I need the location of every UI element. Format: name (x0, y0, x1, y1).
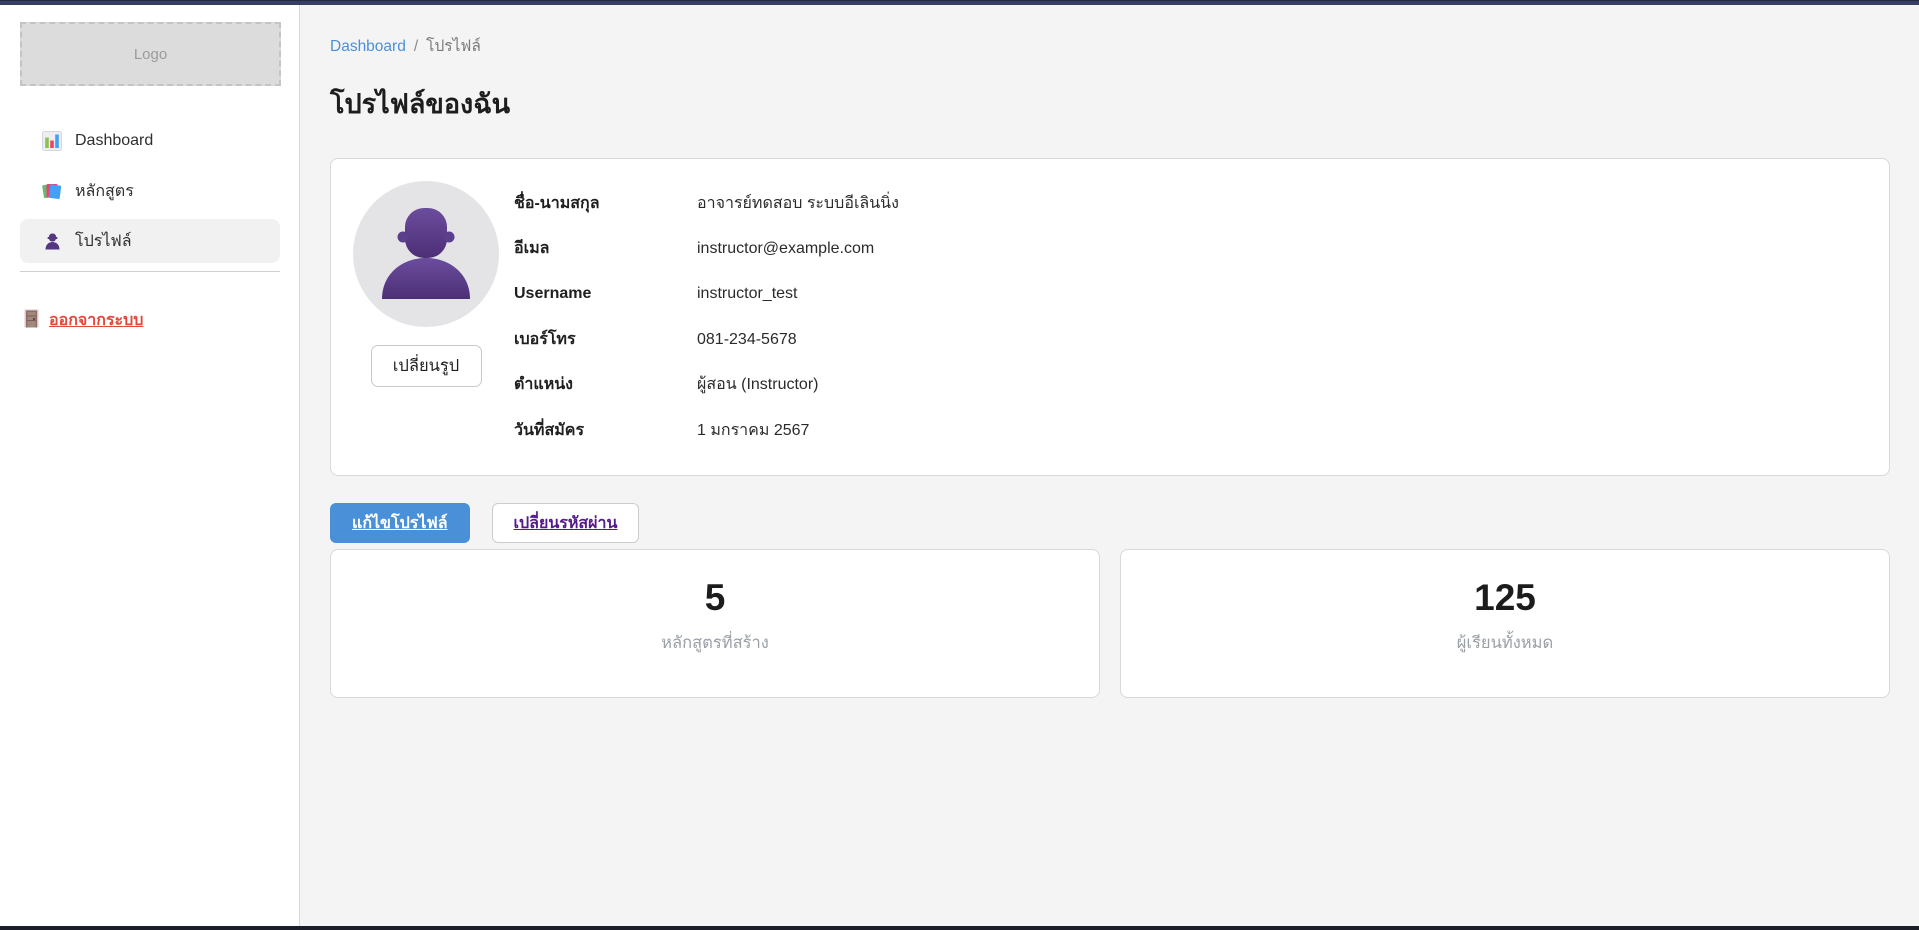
stat-label: ผู้เรียนทั้งหมด (1121, 630, 1889, 656)
app-root: Logo Dashboard (0, 0, 1919, 930)
field-label: ชื่อ-นามสกุล (514, 191, 697, 216)
books-icon (42, 181, 62, 201)
bottom-accent-bar (0, 926, 1919, 930)
stat-value: 5 (331, 577, 1099, 619)
field-label: เบอร์โทร (514, 327, 697, 352)
page-title: โปรไฟล์ของฉัน (330, 82, 1890, 125)
sidebar-item-profile[interactable]: โปรไฟล์ (20, 219, 280, 263)
sidebar-nav: Dashboard หลักสูตร (0, 119, 299, 263)
field-label: วันที่สมัคร (514, 418, 697, 443)
field-value: ผู้สอน (Instructor) (697, 372, 818, 397)
avatar-column: เปลี่ยนรูป (353, 181, 499, 453)
breadcrumb: Dashboard / โปรไฟล์ (330, 5, 1890, 58)
breadcrumb-current: โปรไฟล์ (426, 33, 481, 58)
field-value: 1 มกราคม 2567 (697, 418, 809, 443)
profile-field-row: ชื่อ-นามสกุล อาจารย์ทดสอบ ระบบอีเลินนิ่ง (514, 181, 1867, 226)
logo-placeholder: Logo (20, 22, 281, 86)
stat-card-total-learners: 125 ผู้เรียนทั้งหมด (1120, 549, 1890, 698)
logout-link[interactable]: ออกจากระบบ (24, 308, 299, 333)
change-password-button[interactable]: เปลี่ยนรหัสผ่าน (492, 503, 640, 543)
profile-fields: ชื่อ-นามสกุล อาจารย์ทดสอบ ระบบอีเลินนิ่ง… (514, 181, 1867, 453)
stat-card-courses-created: 5 หลักสูตรที่สร้าง (330, 549, 1100, 698)
change-photo-button[interactable]: เปลี่ยนรูป (371, 345, 482, 387)
profile-card: เปลี่ยนรูป ชื่อ-นามสกุล อาจารย์ทดสอบ ระบ… (330, 158, 1890, 476)
stat-label: หลักสูตรที่สร้าง (331, 630, 1099, 656)
profile-field-row: เบอร์โทร 081-234-5678 (514, 317, 1867, 362)
field-value: instructor_test (697, 285, 797, 303)
profile-field-row: วันที่สมัคร 1 มกราคม 2567 (514, 408, 1867, 453)
profile-field-row: อีเมล instructor@example.com (514, 226, 1867, 271)
field-value: 081-234-5678 (697, 331, 797, 349)
field-label: Username (514, 285, 697, 303)
avatar (353, 181, 499, 327)
breadcrumb-dashboard-link[interactable]: Dashboard (330, 38, 406, 56)
sidebar-item-label: หลักสูตร (75, 179, 134, 204)
field-value: instructor@example.com (697, 240, 874, 258)
bar-chart-icon (42, 131, 62, 151)
sidebar-item-dashboard[interactable]: Dashboard (20, 119, 280, 163)
stats-row: 5 หลักสูตรที่สร้าง 125 ผู้เรียนทั้งหมด (330, 549, 1890, 698)
sidebar: Logo Dashboard (0, 5, 300, 926)
field-label: อีเมล (514, 236, 697, 261)
logout-label: ออกจากระบบ (49, 308, 143, 333)
main-content: Dashboard / โปรไฟล์ โปรไฟล์ของฉัน (300, 5, 1919, 926)
profile-actions: แก้ไขโปรไฟล์ เปลี่ยนรหัสผ่าน (330, 503, 1890, 543)
profile-field-row: Username instructor_test (514, 272, 1867, 317)
sidebar-divider (20, 271, 280, 272)
logo-text: Logo (134, 46, 167, 63)
person-icon (42, 231, 62, 251)
stat-value: 125 (1121, 577, 1889, 619)
field-value: อาจารย์ทดสอบ ระบบอีเลินนิ่ง (697, 191, 899, 216)
sidebar-item-label: Dashboard (75, 132, 153, 150)
edit-profile-button[interactable]: แก้ไขโปรไฟล์ (330, 503, 470, 543)
breadcrumb-separator: / (414, 38, 418, 56)
profile-field-row: ตำแหน่ง ผู้สอน (Instructor) (514, 362, 1867, 407)
door-icon (24, 309, 39, 333)
sidebar-item-courses[interactable]: หลักสูตร (20, 169, 280, 213)
sidebar-item-label: โปรไฟล์ (75, 229, 132, 254)
field-label: ตำแหน่ง (514, 372, 697, 397)
